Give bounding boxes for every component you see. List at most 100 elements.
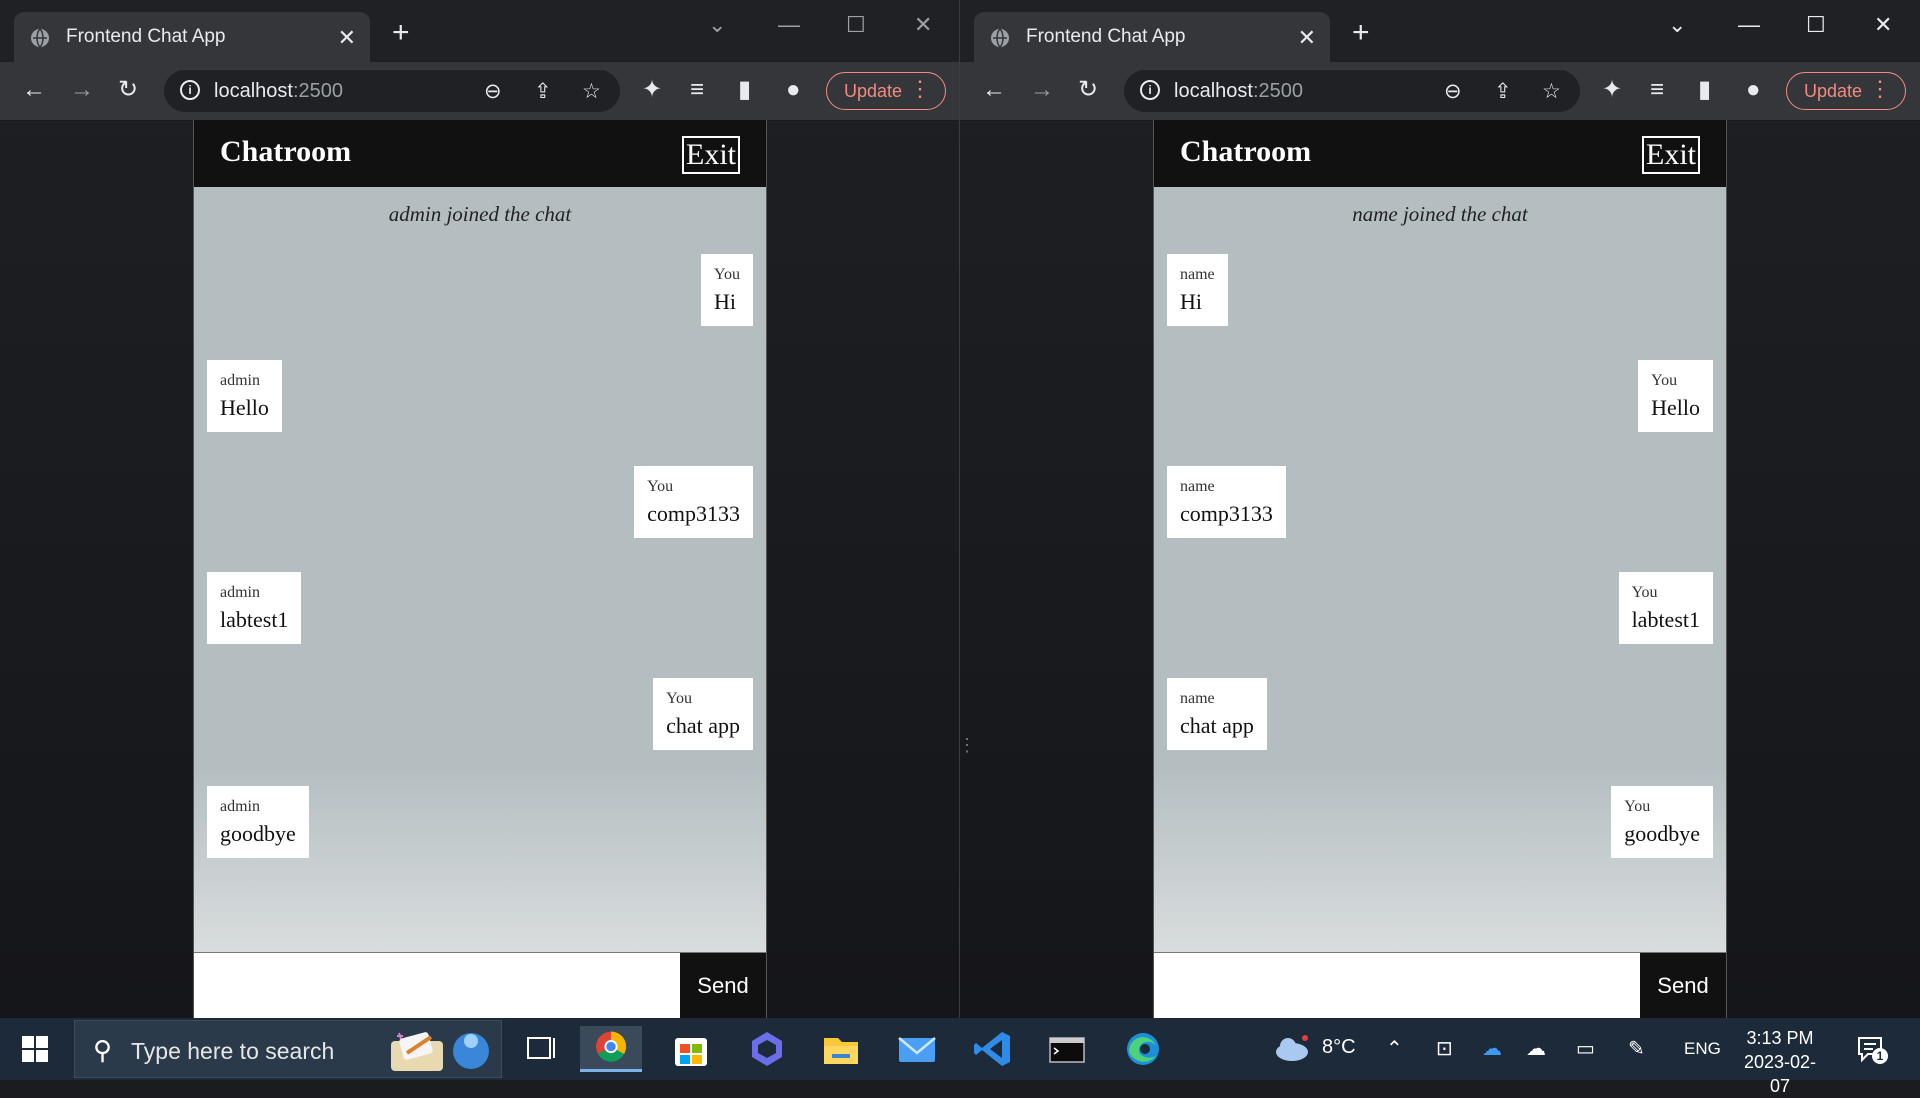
weather-cloud-icon[interactable]: [1272, 1032, 1312, 1064]
media-control-icon[interactable]: ≡: [1650, 76, 1664, 104]
media-control-icon[interactable]: ≡: [690, 76, 704, 104]
message-bubble: admin labtest1: [207, 572, 302, 644]
power-automate-icon[interactable]: [736, 1026, 798, 1072]
browser-window-right: Frontend Chat App ✕ + ⌄ — ☐ ✕ ← → ↻ i lo…: [960, 0, 1920, 1018]
globe-icon: [991, 28, 1009, 48]
message-text: Hello: [1651, 395, 1700, 420]
menu-dots-icon[interactable]: ⋮: [909, 77, 931, 101]
message-text: chat app: [666, 713, 740, 738]
message-sender: You: [1651, 372, 1678, 389]
side-panel-icon[interactable]: ▮: [1698, 76, 1711, 104]
vscode-icon[interactable]: [962, 1026, 1024, 1072]
windows-start-icon[interactable]: [22, 1036, 48, 1062]
pen-icon[interactable]: ✎: [1628, 1036, 1645, 1061]
message-sender: admin: [220, 798, 260, 815]
bookmark-star-icon[interactable]: ☆: [1542, 79, 1561, 104]
maximize-icon[interactable]: ☐: [1806, 12, 1826, 38]
minimize-icon[interactable]: —: [1738, 12, 1760, 38]
new-tab-icon[interactable]: +: [392, 18, 410, 48]
address-bar[interactable]: i localhost:2500 ⊖ ⇪ ☆: [1124, 70, 1580, 112]
menu-dots-icon[interactable]: ⋮: [1869, 77, 1891, 101]
taskbar-search[interactable]: ⚲ Type here to search: [74, 1020, 502, 1078]
message-composer: Send: [1154, 952, 1726, 1018]
send-button[interactable]: Send: [680, 953, 766, 1018]
extensions-icon[interactable]: ✦: [1602, 76, 1622, 104]
meet-now-icon[interactable]: ⊡: [1436, 1036, 1453, 1061]
send-button[interactable]: Send: [1640, 953, 1726, 1018]
tab-close-icon[interactable]: ✕: [338, 25, 356, 51]
site-info-icon[interactable]: i: [180, 80, 200, 100]
address-url: localhost:2500: [1174, 80, 1303, 102]
share-icon[interactable]: ⇪: [534, 79, 552, 104]
title-bar: Frontend Chat App ✕ + ⌄ — ☐ ✕: [960, 0, 1920, 64]
message-bubble: admin goodbye: [207, 786, 309, 858]
chrome-icon[interactable]: [580, 1026, 642, 1072]
snap-split-handle[interactable]: ⋮: [958, 735, 976, 795]
chat-header: Chatroom Exit: [1154, 120, 1726, 187]
tab-close-icon[interactable]: ✕: [1298, 25, 1316, 51]
search-icon: ⚲: [93, 1035, 113, 1065]
message-sender: name: [1180, 478, 1215, 495]
message-input[interactable]: [194, 953, 682, 1018]
forward-icon[interactable]: →: [1030, 76, 1054, 104]
message-input[interactable]: [1154, 953, 1642, 1018]
show-hidden-icons-icon[interactable]: ⌃: [1386, 1036, 1403, 1061]
reload-icon[interactable]: ↻: [118, 76, 138, 104]
exit-button[interactable]: Exit: [682, 136, 740, 174]
notification-center-icon[interactable]: 1: [1856, 1034, 1888, 1064]
exit-button[interactable]: Exit: [1642, 136, 1700, 174]
new-tab-icon[interactable]: +: [1352, 18, 1370, 48]
browser-toolbar: ← → ↻ i localhost:2500 ⊖ ⇪ ☆ ✦ ≡ ▮ ● Upd…: [0, 62, 959, 121]
share-icon[interactable]: ⇪: [1494, 79, 1512, 104]
system-clock[interactable]: 3:13 PM 2023-02-07: [1740, 1026, 1820, 1098]
maximize-icon[interactable]: ☐: [846, 12, 866, 38]
address-bar[interactable]: i localhost:2500 ⊖ ⇪ ☆: [164, 70, 620, 112]
message-sender: You: [647, 478, 674, 495]
tab-search-chevron-icon[interactable]: ⌄: [1668, 12, 1686, 38]
profile-icon[interactable]: ●: [1746, 76, 1761, 104]
zoom-icon[interactable]: ⊖: [484, 79, 502, 104]
site-info-icon[interactable]: i: [1140, 80, 1160, 100]
file-explorer-icon[interactable]: [810, 1026, 872, 1072]
minimize-icon[interactable]: —: [778, 12, 800, 38]
tab-search-chevron-icon[interactable]: ⌄: [708, 12, 726, 38]
chat-page: Chatroom Exit name joined the chat name …: [1153, 120, 1727, 1018]
weather-temperature[interactable]: 8°C: [1322, 1036, 1356, 1059]
message-text: labtest1: [1631, 607, 1700, 632]
close-window-icon[interactable]: ✕: [914, 12, 932, 38]
browser-tab[interactable]: Frontend Chat App ✕: [974, 12, 1330, 64]
taskbar: ⚲ Type here to search 8°C ⌃ ⊡ ☁ ☁ ▭ ✎ EN…: [0, 1018, 1920, 1096]
terminal-icon[interactable]: [1036, 1026, 1098, 1072]
back-icon[interactable]: ←: [982, 76, 1006, 104]
zoom-icon[interactable]: ⊖: [1444, 79, 1462, 104]
update-button[interactable]: Update ⋮: [826, 72, 946, 110]
profile-icon[interactable]: ●: [786, 76, 801, 104]
address-url: localhost:2500: [214, 80, 343, 102]
back-icon[interactable]: ←: [22, 76, 46, 104]
forward-icon[interactable]: →: [70, 76, 94, 104]
message-text: goodbye: [1624, 821, 1700, 846]
message-text: Hi: [1180, 289, 1202, 314]
globe-icon: [31, 28, 49, 48]
message-bubble: You chat app: [653, 678, 753, 750]
close-window-icon[interactable]: ✕: [1874, 12, 1892, 38]
message-bubble: You labtest1: [1618, 572, 1713, 644]
onedrive-personal-icon[interactable]: ☁: [1526, 1036, 1546, 1061]
message-text: chat app: [1180, 713, 1254, 738]
mail-icon[interactable]: [886, 1026, 948, 1072]
tab-title: Frontend Chat App: [66, 26, 226, 47]
onedrive-icon[interactable]: ☁: [1482, 1036, 1502, 1061]
update-button[interactable]: Update ⋮: [1786, 72, 1906, 110]
edge-icon[interactable]: [1112, 1026, 1174, 1072]
browser-tab[interactable]: Frontend Chat App ✕: [14, 12, 370, 64]
message-sender: name: [1180, 690, 1215, 707]
bookmark-star-icon[interactable]: ☆: [582, 79, 601, 104]
side-panel-icon[interactable]: ▮: [738, 76, 751, 104]
extensions-icon[interactable]: ✦: [642, 76, 662, 104]
chat-header: Chatroom Exit: [194, 120, 766, 187]
microsoft-store-icon[interactable]: [660, 1026, 722, 1072]
task-view-icon[interactable]: [510, 1026, 572, 1072]
battery-icon[interactable]: ▭: [1576, 1036, 1595, 1061]
reload-icon[interactable]: ↻: [1078, 76, 1098, 104]
language-indicator[interactable]: ENG: [1684, 1039, 1721, 1059]
